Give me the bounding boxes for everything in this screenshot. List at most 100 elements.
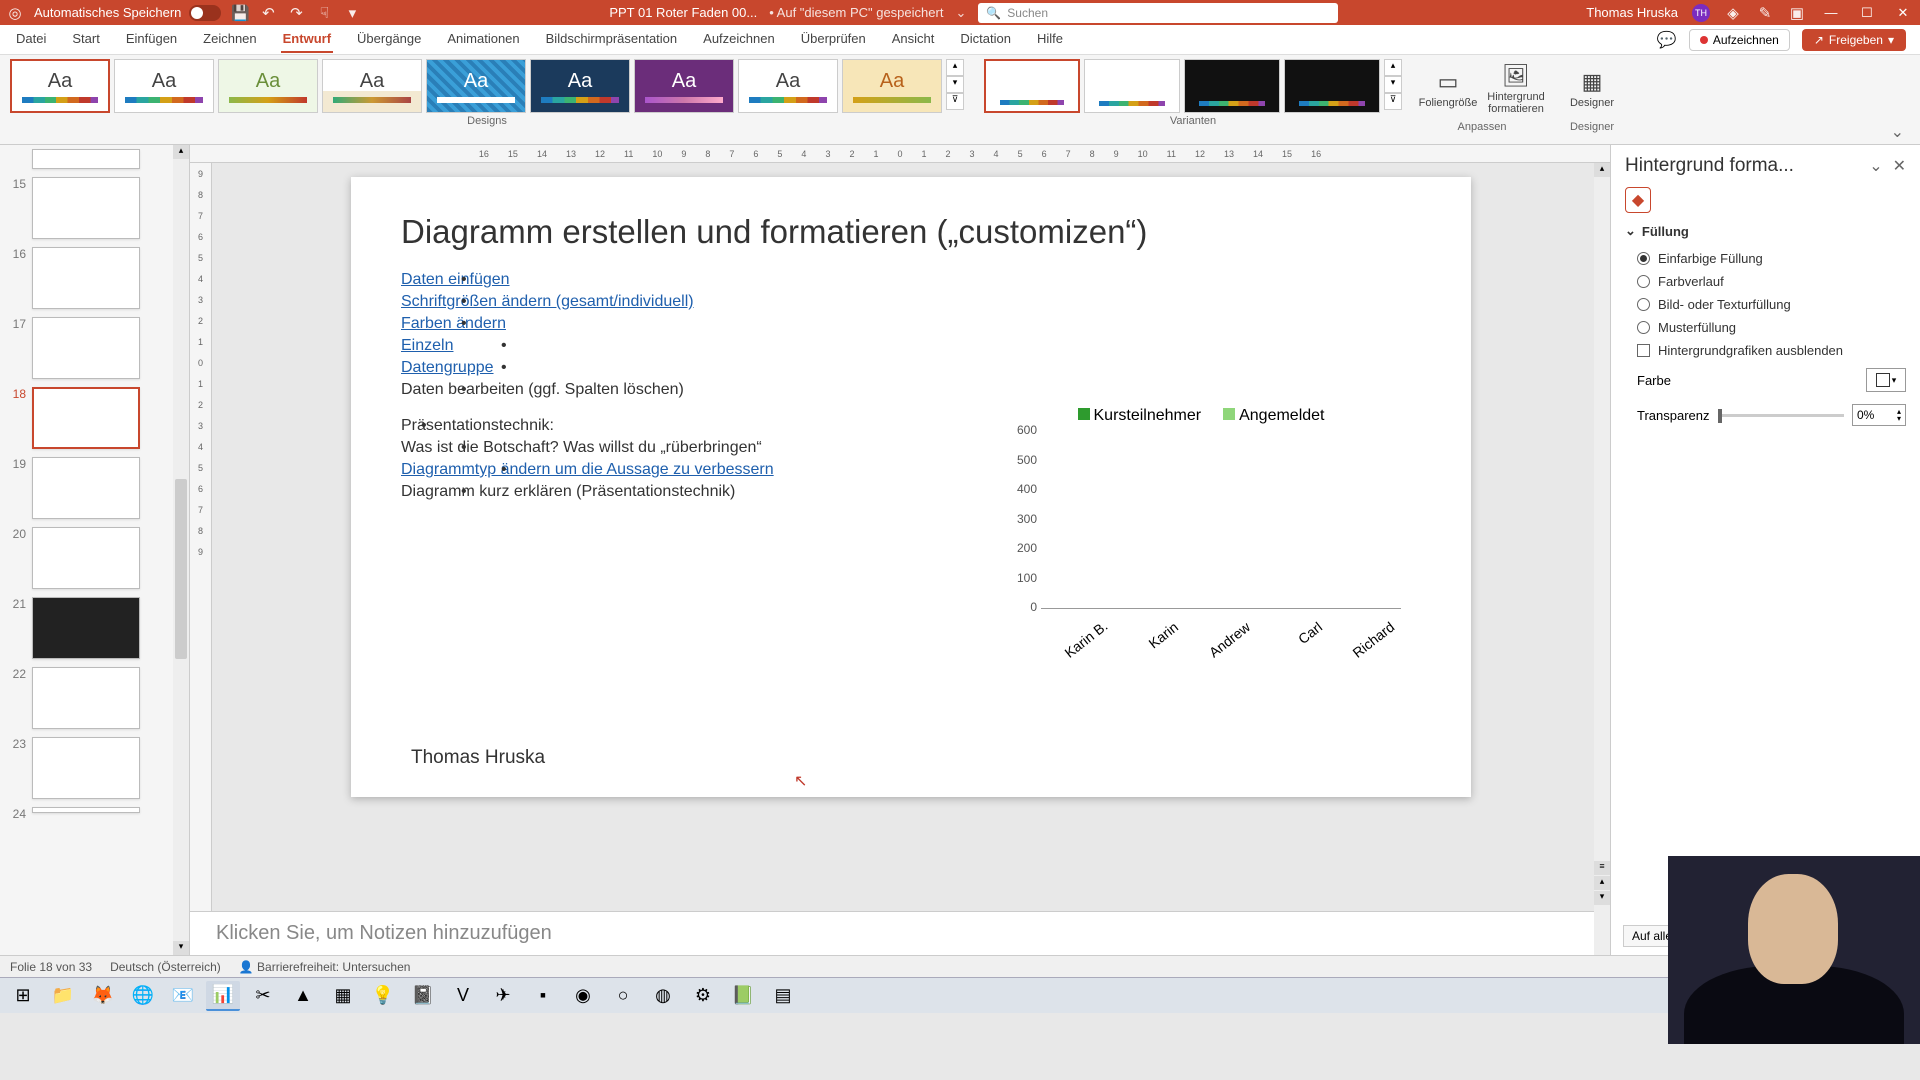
close-button[interactable]: ✕	[1892, 5, 1914, 21]
transparency-value[interactable]: 0%▴▾	[1852, 404, 1906, 426]
saved-location[interactable]: • Auf "diesem PC" gespeichert	[769, 5, 943, 20]
vlc-icon[interactable]: ▲	[286, 981, 320, 1011]
slide-title[interactable]: Diagramm erstellen und formatieren („cus…	[401, 213, 1421, 251]
tab-ansicht[interactable]: Ansicht	[890, 26, 937, 53]
designs-gallery-more[interactable]: ▴▾⊽	[946, 59, 964, 110]
theme-6[interactable]: Aa	[530, 59, 630, 113]
theme-5[interactable]: Aa	[426, 59, 526, 113]
tab-start[interactable]: Start	[70, 26, 101, 53]
transparency-slider[interactable]	[1718, 414, 1845, 417]
tab-animationen[interactable]: Animationen	[445, 26, 521, 53]
minimize-button[interactable]: —	[1820, 5, 1842, 20]
comments-icon[interactable]: 💬	[1657, 30, 1677, 50]
variants-gallery-more[interactable]: ▴▾⊽	[1384, 59, 1402, 110]
accessibility-status[interactable]: 👤 Barrierefreiheit: Untersuchen	[239, 960, 411, 974]
settings-icon[interactable]: ⚙	[686, 981, 720, 1011]
thumb-23[interactable]: 23	[0, 733, 189, 803]
radio-picture[interactable]: Bild- oder Texturfüllung	[1625, 293, 1906, 316]
theme-4[interactable]: Aa	[322, 59, 422, 113]
tab-uebergaenge[interactable]: Übergänge	[355, 26, 423, 53]
thumb-20[interactable]: 20	[0, 523, 189, 593]
editor-vscroll[interactable]: ▴ ≡▴▾	[1594, 163, 1610, 955]
designer-button[interactable]: ▦Designer	[1562, 59, 1622, 119]
thumb-18[interactable]: 18	[0, 383, 189, 453]
redo-icon[interactable]: ↷	[287, 4, 305, 22]
radio-solid-fill[interactable]: Einfarbige Füllung	[1625, 247, 1906, 270]
thumb-19[interactable]: 19	[0, 453, 189, 523]
explorer-icon[interactable]: 📁	[46, 981, 80, 1011]
theme-2[interactable]: Aa	[114, 59, 214, 113]
theme-8[interactable]: Aa	[738, 59, 838, 113]
record-button[interactable]: Aufzeichnen	[1689, 29, 1790, 51]
qat-more-icon[interactable]: ▾	[343, 4, 361, 22]
variant-3[interactable]	[1184, 59, 1280, 113]
thumb-14-partial[interactable]	[0, 145, 189, 173]
pane-close-icon[interactable]: ✕	[1893, 156, 1906, 176]
theme-9[interactable]: Aa	[842, 59, 942, 113]
obs-icon[interactable]: ◉	[566, 981, 600, 1011]
collapse-ribbon-icon[interactable]: ⌄	[1885, 120, 1910, 144]
slide-counter[interactable]: Folie 18 von 33	[10, 960, 92, 974]
radio-pattern[interactable]: Musterfüllung	[1625, 316, 1906, 339]
avatar[interactable]: TH	[1692, 4, 1710, 22]
fill-section[interactable]: ⌄Füllung	[1625, 223, 1906, 239]
language-status[interactable]: Deutsch (Österreich)	[110, 960, 221, 974]
fill-tab-icon[interactable]: ◆	[1625, 187, 1651, 213]
tab-einfuegen[interactable]: Einfügen	[124, 26, 179, 53]
color-picker[interactable]: ▾	[1866, 368, 1906, 392]
search-input[interactable]: 🔍 Suchen	[978, 3, 1338, 23]
thumb-21[interactable]: 21	[0, 593, 189, 663]
slide-content[interactable]: Diagramm erstellen und formatieren („cus…	[351, 177, 1471, 797]
window-icon[interactable]: ▣	[1788, 4, 1806, 22]
app-icon-6[interactable]: ▤	[766, 981, 800, 1011]
onenote-icon[interactable]: 📓	[406, 981, 440, 1011]
slide-canvas[interactable]: Diagramm erstellen und formatieren („cus…	[212, 163, 1610, 911]
touch-icon[interactable]: ☟	[315, 4, 333, 22]
maximize-button[interactable]: ☐	[1856, 5, 1878, 21]
thumb-15[interactable]: 15	[0, 173, 189, 243]
chart[interactable]: Kursteilnehmer Angemeldet 01002003004005…	[1001, 407, 1401, 667]
theme-3[interactable]: Aa	[218, 59, 318, 113]
app-icon-1[interactable]: ▦	[326, 981, 360, 1011]
thumb-22[interactable]: 22	[0, 663, 189, 733]
pen-icon[interactable]: ✎	[1756, 4, 1774, 22]
check-hide-bg[interactable]: Hintergrundgrafiken ausblenden	[1625, 339, 1906, 362]
theme-1[interactable]: Aa	[10, 59, 110, 113]
app-icon-4[interactable]: ○	[606, 981, 640, 1011]
variant-2[interactable]	[1084, 59, 1180, 113]
thumb-24[interactable]: 24	[0, 803, 189, 825]
save-icon[interactable]: 💾	[231, 4, 249, 22]
app-v-icon[interactable]: V	[446, 981, 480, 1011]
thumbs-scrollbar[interactable]: ▴▾	[173, 145, 189, 955]
tab-datei[interactable]: Datei	[14, 26, 48, 53]
autosave-toggle[interactable]: Automatisches Speichern	[34, 5, 221, 21]
undo-icon[interactable]: ↶	[259, 4, 277, 22]
notes-placeholder[interactable]: Klicken Sie, um Notizen hinzuzufügen	[190, 911, 1610, 955]
tab-aufzeichnen[interactable]: Aufzeichnen	[701, 26, 777, 53]
format-background-button[interactable]: 🖼Hintergrund formatieren	[1486, 59, 1546, 119]
outlook-icon[interactable]: 📧	[166, 981, 200, 1011]
powerpoint-icon[interactable]: 📊	[206, 981, 240, 1011]
tab-ueberpruefen[interactable]: Überprüfen	[799, 26, 868, 53]
firefox-icon[interactable]: 🦊	[86, 981, 120, 1011]
filename-dropdown-icon[interactable]: ⌄	[955, 5, 966, 21]
tab-hilfe[interactable]: Hilfe	[1035, 26, 1065, 53]
telegram-icon[interactable]: ✈	[486, 981, 520, 1011]
radio-gradient[interactable]: Farbverlauf	[1625, 270, 1906, 293]
tab-zeichnen[interactable]: Zeichnen	[201, 26, 258, 53]
variant-4[interactable]	[1284, 59, 1380, 113]
share-button[interactable]: ↗Freigeben▾	[1802, 29, 1906, 51]
thumb-17[interactable]: 17	[0, 313, 189, 383]
excel-icon[interactable]: 📗	[726, 981, 760, 1011]
app-icon-5[interactable]: ◍	[646, 981, 680, 1011]
tab-dictation[interactable]: Dictation	[958, 26, 1013, 53]
variant-1[interactable]	[984, 59, 1080, 113]
start-button[interactable]: ⊞	[6, 981, 40, 1011]
tab-bildschirm[interactable]: Bildschirmpräsentation	[544, 26, 680, 53]
slide-footer[interactable]: Thomas Hruska	[411, 747, 545, 769]
theme-7[interactable]: Aa	[634, 59, 734, 113]
slide-size-button[interactable]: ▭Foliengröße	[1418, 59, 1478, 119]
pane-collapse-icon[interactable]: ⌄	[1869, 156, 1882, 176]
tab-entwurf[interactable]: Entwurf	[281, 26, 333, 53]
diamond-icon[interactable]: ◈	[1724, 4, 1742, 22]
